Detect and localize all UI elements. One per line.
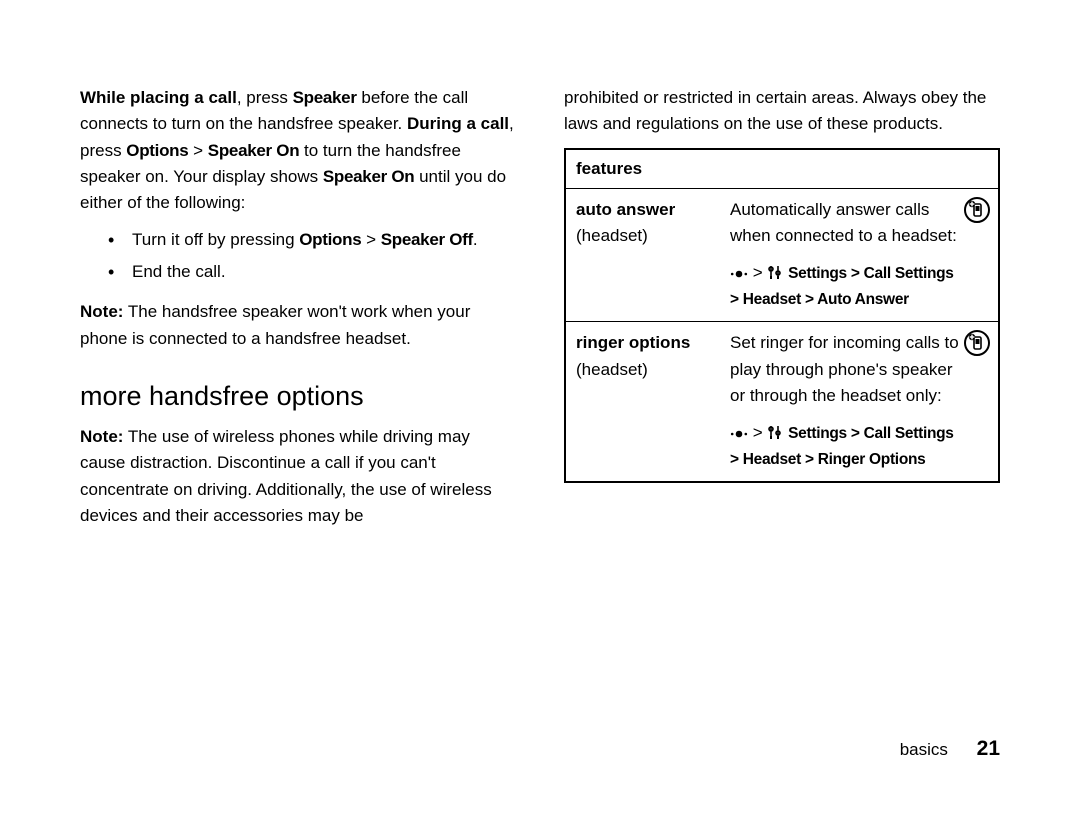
- feature-desc-cell: Set ringer for incoming calls to play th…: [720, 322, 999, 482]
- bold-during-call: During a call: [407, 114, 509, 133]
- ui-speaker-off: Speaker Off: [381, 230, 473, 249]
- note2-label: Note:: [80, 427, 123, 446]
- ui-speaker: Speaker: [293, 88, 357, 107]
- right-column: prohibited or restricted in certain area…: [564, 85, 1000, 539]
- sep: >: [753, 263, 768, 282]
- feature-title: auto answer: [576, 200, 675, 219]
- settings-icon: [767, 260, 783, 286]
- feature-subtitle: (headset): [576, 226, 648, 245]
- columns: While placing a call, press Speaker befo…: [80, 85, 1000, 539]
- table-row: ringer options (headset) Set ringer for …: [565, 322, 999, 482]
- note-label: Note:: [80, 302, 123, 321]
- continuation-paragraph: prohibited or restricted in certain area…: [564, 85, 1000, 138]
- ui-options: Options: [299, 230, 361, 249]
- table-row: auto answer (headset) Automatically answ…: [565, 189, 999, 322]
- optional-icon: [964, 330, 990, 364]
- feature-subtitle: (headset): [576, 360, 648, 379]
- center-key-icon: [730, 260, 748, 286]
- center-key-icon: [730, 420, 748, 446]
- features-table: features auto answer (headset) A: [564, 148, 1000, 484]
- feature-desc: Automatically answer calls when connecte…: [730, 200, 957, 245]
- text: .: [473, 230, 478, 249]
- settings-icon: [767, 420, 783, 446]
- feature-name-cell: ringer options (headset): [565, 322, 720, 482]
- text: >: [361, 230, 380, 249]
- page-footer: basics 21: [900, 733, 1000, 766]
- section-heading: more handsfree options: [80, 376, 516, 418]
- page-number: 21: [977, 737, 1000, 760]
- optional-icon: [964, 197, 990, 231]
- bullet-item-2: End the call.: [108, 259, 516, 285]
- note-paragraph: Note: The handsfree speaker won't work w…: [80, 299, 516, 352]
- nav-path: > Settings > Call Settings > Headset > R…: [730, 420, 962, 472]
- footer-section: basics: [900, 740, 948, 759]
- bold-while-placing: While placing a call: [80, 88, 237, 107]
- page: While placing a call, press Speaker befo…: [0, 0, 1080, 834]
- bullet-list: Turn it off by pressing Options > Speake…: [80, 227, 516, 286]
- features-header: features: [565, 149, 999, 189]
- note-text: The handsfree speaker won't work when yo…: [80, 302, 470, 347]
- feature-name-cell: auto answer (headset): [565, 189, 720, 322]
- text: >: [188, 141, 207, 160]
- nav-path: > Settings > Call Settings > Headset > A…: [730, 260, 962, 312]
- ui-options: Options: [126, 141, 188, 160]
- note2-text: The use of wireless phones while driving…: [80, 427, 492, 525]
- bullet-item-1: Turn it off by pressing Options > Speake…: [108, 227, 516, 253]
- feature-desc: Set ringer for incoming calls to play th…: [730, 333, 959, 405]
- left-column: While placing a call, press Speaker befo…: [80, 85, 516, 539]
- paragraph-placing-call: While placing a call, press Speaker befo…: [80, 85, 516, 217]
- ui-speaker-on: Speaker On: [208, 141, 300, 160]
- text: Turn it off by pressing: [132, 230, 299, 249]
- feature-desc-cell: Automatically answer calls when connecte…: [720, 189, 999, 322]
- text: , press: [237, 88, 293, 107]
- note2-paragraph: Note: The use of wireless phones while d…: [80, 424, 516, 529]
- sep: >: [753, 423, 768, 442]
- ui-speaker-on-2: Speaker On: [323, 167, 415, 186]
- feature-title: ringer options: [576, 333, 690, 352]
